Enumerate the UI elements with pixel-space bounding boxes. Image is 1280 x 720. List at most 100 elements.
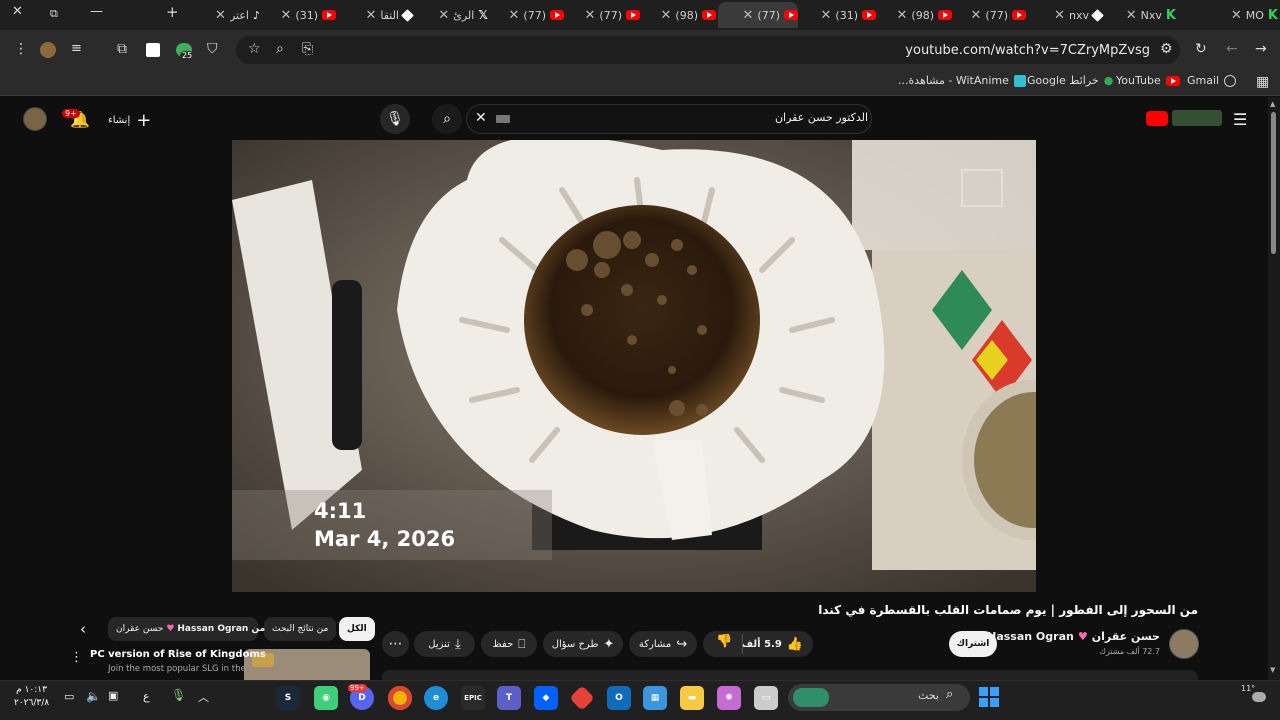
search-input[interactable]: الدكتور حسن عقران — [775, 111, 868, 124]
tab-6-active[interactable]: (77) ✕ — [718, 2, 798, 28]
shield-icon[interactable]: ⛉ — [207, 41, 218, 57]
tab-close-icon[interactable]: ✕ — [215, 8, 226, 23]
scroll-down-icon[interactable]: ▼ — [1270, 666, 1275, 674]
battery-icon[interactable]: ▭ — [64, 690, 74, 703]
tab-13[interactable]: ♪ اعتر ✕ — [186, 2, 260, 28]
related-title[interactable]: PC version of Rise of Kingdoms — [90, 649, 266, 660]
tab-close-icon[interactable]: ✕ — [509, 8, 520, 23]
close-window-icon[interactable]: ✕ — [12, 4, 23, 19]
more-actions-button[interactable]: ⋯ — [382, 631, 409, 657]
reload-icon[interactable]: ↻ — [1195, 41, 1207, 57]
teams-icon[interactable]: T — [497, 686, 521, 710]
microphone-tray-icon[interactable]: 🎙 — [171, 688, 186, 702]
tab-close-icon[interactable]: ✕ — [585, 8, 596, 23]
tab-close-icon[interactable]: ✕ — [1126, 8, 1137, 23]
tab-3[interactable]: (77) ✕ — [954, 2, 1026, 28]
clear-search-icon[interactable]: ✕ — [475, 110, 487, 126]
channel-name[interactable]: حسن عقران ♥ Hassan Ogran — [987, 630, 1160, 643]
bookmark-witanime[interactable]: WitAnime - مشاهدة... — [898, 74, 1026, 87]
scroll-up-icon[interactable]: ▲ — [1270, 100, 1275, 108]
restore-window-icon[interactable]: ⧉ — [50, 7, 58, 21]
tab-close-icon[interactable]: ✕ — [661, 8, 672, 23]
chip-search-results[interactable]: من نتائج البحث — [264, 617, 337, 641]
bookmark-gmail[interactable]: Gmail — [1187, 74, 1237, 87]
related-more-icon[interactable]: ⋮ — [70, 650, 83, 665]
chip-all[interactable]: الكل — [339, 617, 375, 641]
tab-12[interactable]: (31) ✕ — [262, 2, 336, 28]
network-icon[interactable]: ▣ — [108, 689, 118, 702]
save-button[interactable]: ⎕ حفظ — [481, 631, 537, 657]
chip-from-channel[interactable]: من Hassan Ogran ♥ حسن عقران — [108, 617, 265, 641]
edge-icon[interactable]: e — [424, 686, 448, 710]
scrollbar-thumb[interactable] — [1271, 112, 1276, 254]
menu-dots-icon[interactable]: ⋮ — [14, 41, 28, 57]
file-explorer-icon[interactable]: ▬ — [680, 686, 704, 710]
ask-button[interactable]: ✦ طرح سؤال — [543, 631, 623, 657]
steam-icon[interactable]: S — [276, 686, 300, 710]
input-language[interactable]: ع — [143, 690, 150, 703]
voice-search-button[interactable]: 🎙 — [380, 104, 410, 134]
dropbox-icon[interactable]: ◆ — [534, 686, 558, 710]
keyboard-icon[interactable] — [496, 115, 510, 123]
video-player[interactable]: 4:11 Mar 4, 2026 — [232, 140, 1036, 592]
tab-11[interactable]: التقا ✕ — [338, 2, 414, 28]
tab-close-icon[interactable]: ✕ — [897, 8, 908, 23]
profile-avatar-icon[interactable] — [40, 42, 56, 58]
channel-avatar[interactable] — [1169, 629, 1199, 659]
install-app-icon[interactable]: ⎘ — [302, 41, 313, 57]
new-tab-button[interactable]: + — [166, 3, 179, 21]
tab-close-icon[interactable]: ✕ — [1231, 8, 1242, 23]
chips-scroll-left-icon[interactable]: ‹ — [80, 620, 86, 638]
zoom-icon[interactable]: ⌕ — [276, 41, 284, 57]
clock[interactable]: ١٠:١٣ م ٢٠٢٦/٣/٨ — [14, 684, 49, 710]
tab-8[interactable]: (77) ✕ — [566, 2, 640, 28]
tab-close-icon[interactable]: ✕ — [743, 8, 754, 23]
share-button[interactable]: ↪ مشاركة — [629, 631, 697, 657]
hamburger-menu-icon[interactable]: ☰ — [1233, 110, 1247, 129]
tab-close-icon[interactable]: ✕ — [1054, 8, 1065, 23]
site-settings-icon[interactable]: ⚙ — [1160, 41, 1173, 57]
description-box[interactable] — [382, 670, 1198, 680]
windows-start-icon[interactable] — [979, 687, 999, 707]
tab-close-icon[interactable]: ✕ — [281, 8, 292, 23]
forward-icon[interactable]: ← — [1226, 41, 1238, 57]
weather-temp[interactable]: 11° — [1241, 684, 1255, 693]
tab-4[interactable]: (98) ✕ — [878, 2, 952, 28]
tab-5[interactable]: (31) ✕ — [800, 2, 876, 28]
chrome-icon[interactable] — [388, 686, 412, 710]
like-count[interactable]: 5.9 ألف — [742, 639, 782, 650]
tab-0[interactable]: K MO ✕ — [1178, 2, 1278, 28]
copilot-icon[interactable]: ✺ — [717, 686, 741, 710]
extensions-icon[interactable]: ⧉ — [117, 41, 127, 57]
epic-games-icon[interactable]: EPIC — [461, 686, 485, 710]
volume-icon[interactable]: 🔈 — [86, 689, 101, 703]
tab-close-icon[interactable]: ✕ — [438, 8, 449, 23]
tab-2[interactable]: nxv ✕ — [1028, 2, 1104, 28]
subscribe-button[interactable]: اشتراك — [949, 631, 997, 657]
game-app-icon[interactable]: ◉ — [314, 686, 338, 710]
tab-10[interactable]: 𝕏 الرئ ✕ — [414, 2, 488, 28]
all-bookmarks-icon[interactable]: ▦ — [1256, 74, 1269, 90]
tab-close-icon[interactable]: ✕ — [365, 8, 376, 23]
tab-close-icon[interactable]: ✕ — [971, 8, 982, 23]
bookmark-star-icon[interactable]: ☆ — [248, 41, 261, 57]
bookmark-youtube[interactable]: YouTube — [1116, 74, 1180, 87]
like-icon[interactable]: 👍 — [787, 637, 803, 652]
download-button[interactable]: ⤓ تنزيل — [414, 631, 475, 657]
tab-1[interactable]: K Nxv ✕ — [1104, 2, 1176, 28]
bookmark-maps[interactable]: ● خرائط Google — [1027, 74, 1113, 87]
store-icon[interactable]: ▦ — [643, 686, 667, 710]
extension-m-icon[interactable] — [146, 43, 160, 57]
outlook-icon[interactable]: O — [607, 686, 631, 710]
tab-7[interactable]: (98) ✕ — [642, 2, 716, 28]
tray-expand-icon[interactable]: ︿ — [198, 689, 209, 705]
create-button[interactable]: + إنشاء — [108, 110, 151, 131]
back-icon[interactable]: → — [1255, 41, 1267, 57]
minimize-window-icon[interactable]: — — [90, 4, 103, 19]
url-text[interactable]: youtube.com/watch?v=7CZryMpZvsg — [905, 43, 1150, 58]
search-button[interactable]: ⌕ — [432, 104, 462, 134]
tab-9[interactable]: (77) ✕ — [490, 2, 564, 28]
youtube-logo-icon[interactable] — [1146, 111, 1168, 126]
dislike-icon[interactable]: 👎 — [716, 634, 732, 649]
task-view-icon[interactable]: ▭ — [754, 686, 778, 710]
